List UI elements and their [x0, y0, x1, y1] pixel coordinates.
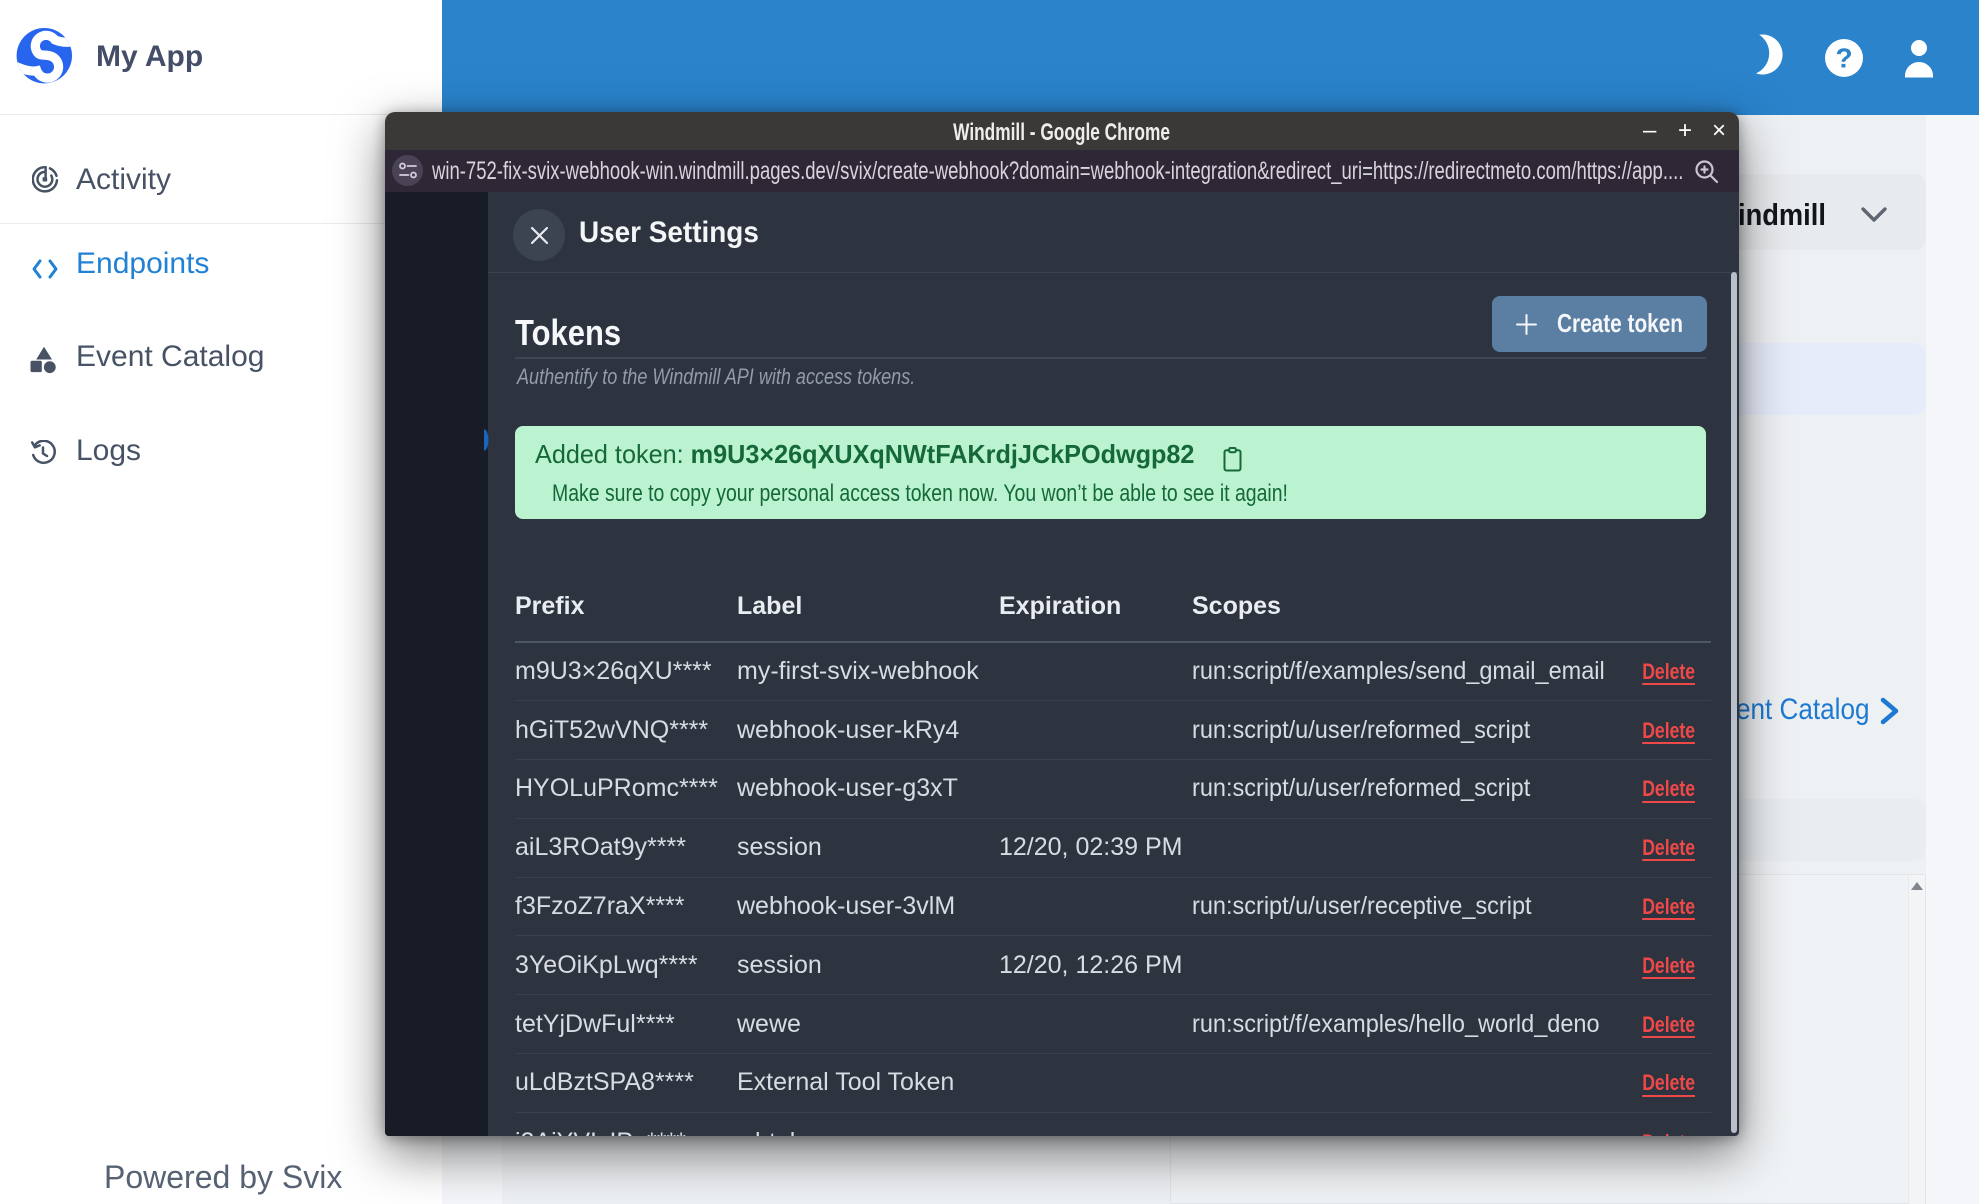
- svg-text:?: ?: [1835, 43, 1852, 74]
